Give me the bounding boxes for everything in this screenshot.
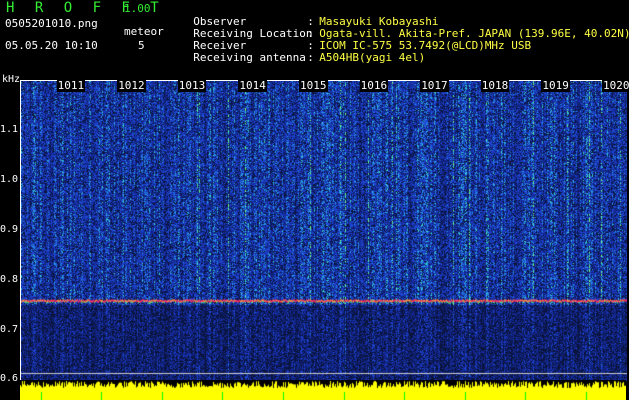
minute-label: 1014	[238, 79, 267, 92]
info-antenna: Receiving antenna: A504HB(yagi 4el)	[180, 40, 425, 64]
app-version: 1.00	[124, 2, 151, 15]
minute-label: 1019	[541, 79, 570, 92]
timestamp: 05.05.20 10:10	[5, 39, 98, 52]
spectrogram-canvas	[21, 81, 627, 381]
meteor-label: meteor	[124, 25, 164, 38]
minute-label: 1020	[602, 79, 629, 92]
info-separator: :	[307, 51, 314, 64]
frequency-unit: kHz	[2, 74, 21, 85]
y-tick-label: 0.6	[0, 373, 19, 384]
minute-label: 1013	[177, 79, 207, 92]
y-tick-label: 1.1	[0, 124, 19, 135]
info-value: A504HB(yagi 4el)	[319, 51, 426, 64]
y-tick-label: 1.0	[0, 174, 19, 185]
minute-label: 1016	[359, 79, 389, 92]
y-tick-label: 0.7	[0, 324, 19, 335]
minute-label: 1012	[117, 79, 146, 92]
y-tick-label: 0.8	[0, 274, 19, 285]
info-label: Receiving antenna	[193, 51, 306, 64]
meteor-count: 5	[138, 39, 145, 52]
minute-label: 1018	[480, 79, 510, 92]
minute-label: 1017	[420, 79, 449, 92]
y-tick-label: 0.9	[0, 224, 19, 235]
spectrogram	[20, 80, 627, 381]
minute-label: 1011	[56, 79, 86, 92]
file-name: 0505201010.png	[5, 17, 98, 30]
minute-label: 1015	[299, 79, 328, 92]
noise-level-bar	[20, 380, 626, 400]
